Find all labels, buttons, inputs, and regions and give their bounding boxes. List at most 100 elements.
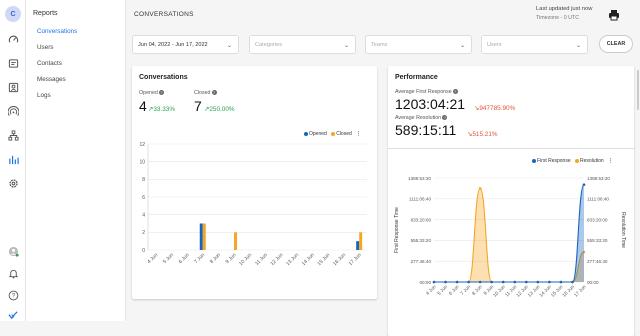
- closed-value: 7: [194, 98, 202, 114]
- chart-legend: Opened Closed ⋮: [304, 131, 361, 137]
- bar-closed: [359, 232, 363, 250]
- y-tick-label-left: 1111:06:40: [409, 197, 431, 202]
- sidebar-item-conversations[interactable]: Conversations: [37, 28, 77, 35]
- point-first-response: [467, 280, 470, 284]
- sidebar-item-messages[interactable]: Messages: [37, 76, 66, 83]
- first-response-value: 1203:04:21: [395, 96, 466, 112]
- point-first-response: [478, 280, 482, 284]
- more-options-icon[interactable]: ⋮: [608, 158, 613, 164]
- categories-placeholder: Categories: [255, 42, 283, 48]
- point-first-response: [582, 183, 586, 186]
- print-icon[interactable]: [608, 8, 620, 21]
- y-tick-label-right: 277:46:40: [587, 259, 608, 264]
- point-first-response: [548, 280, 551, 284]
- x-tick-label: 14 Jun: [301, 252, 316, 267]
- y-tick-label-left: 277:46:40: [411, 259, 432, 264]
- point-first-response: [525, 280, 528, 284]
- opened-label: Opened?: [139, 90, 164, 96]
- y-tick-label: 12: [139, 142, 145, 148]
- legend-closed: Closed: [336, 131, 352, 137]
- date-range-value: Jun 04, 2022 - Jun 17, 2022: [138, 42, 208, 48]
- bar-opened: [199, 223, 203, 250]
- y-tick-label-left: 1388:53:20: [408, 176, 431, 181]
- reports-icon[interactable]: [6, 152, 20, 166]
- chevron-down-icon: ⌄: [459, 43, 465, 49]
- logo-icon: [6, 308, 20, 322]
- scrollbar[interactable]: [637, 70, 639, 110]
- timezone: Timezone - 0 UTC: [536, 15, 580, 21]
- y-tick-label: 8: [142, 177, 145, 183]
- users-select[interactable]: Users ⌄: [481, 35, 588, 54]
- inbox-icon[interactable]: [6, 56, 20, 70]
- help-icon: ?: [211, 90, 217, 96]
- closed-label: Closed?: [194, 90, 217, 96]
- date-range-select[interactable]: Jun 04, 2022 - Jun 17, 2022 ⌄: [132, 35, 239, 54]
- x-tick-label: 6 Jun: [178, 252, 191, 265]
- legend-dot-resolution: [575, 158, 580, 163]
- sidebar-item-users[interactable]: Users: [37, 44, 53, 51]
- x-tick-label: 5 Jun: [162, 252, 175, 265]
- y-tick-label-right: 1388:53:20: [587, 176, 610, 181]
- bar-opened: [356, 241, 360, 250]
- point-first-response: [513, 280, 517, 284]
- point-first-response: [571, 280, 574, 284]
- legend-dot-first-response: [532, 158, 536, 163]
- x-tick-label: 5 Jun: [436, 284, 449, 297]
- legend-first-response: First Response: [537, 158, 571, 164]
- settings-icon[interactable]: [6, 176, 20, 190]
- dashboard-icon[interactable]: [6, 32, 20, 46]
- teams-select[interactable]: Teams ⌄: [365, 35, 472, 54]
- line-first-response: [434, 184, 585, 283]
- point-first-response: [559, 280, 563, 284]
- page-title: CONVERSATIONS: [134, 11, 194, 18]
- broadcast-icon[interactable]: [6, 104, 20, 118]
- y-tick-label-right: 555:33:20: [587, 238, 608, 243]
- legend-opened: Opened: [309, 131, 327, 137]
- y-tick-label: 4: [142, 212, 145, 218]
- bar-closed: [202, 223, 206, 250]
- conversations-title: Conversations: [139, 74, 188, 81]
- x-tick-label: 8 Jun: [471, 284, 484, 297]
- avatar[interactable]: C: [5, 6, 21, 22]
- point-first-response: [501, 280, 505, 284]
- x-tick-label: 4 Jun: [425, 284, 438, 297]
- help-icon: ?: [442, 115, 448, 121]
- point-first-response: [455, 280, 459, 284]
- sidebar-item-contacts[interactable]: Contacts: [37, 60, 62, 67]
- hierarchy-icon[interactable]: [6, 128, 20, 142]
- resolution-delta: ↘515.21%: [467, 131, 498, 138]
- x-tick-label: 17 Jun: [573, 284, 588, 299]
- x-tick-label: 16 Jun: [332, 252, 347, 267]
- sidebar-item-logs[interactable]: Logs: [37, 92, 51, 99]
- first-response-delta: ↘947785.90%: [474, 105, 516, 112]
- contacts-icon[interactable]: [6, 80, 20, 94]
- x-tick-label: 10 Jun: [238, 252, 253, 267]
- performance-card: Performance Average First Response? 1203…: [388, 66, 634, 336]
- help-icon: ?: [452, 89, 458, 95]
- bell-icon[interactable]: [6, 266, 20, 280]
- y-tick-label: 6: [142, 195, 145, 201]
- y-axis-label-left: First Response Time: [394, 207, 400, 253]
- point-first-response: [490, 280, 493, 284]
- conversations-card: Conversations Opened? 4 ↗33.33% Closed? …: [132, 66, 377, 299]
- more-options-icon[interactable]: ⋮: [356, 131, 361, 137]
- resolution-value: 589:15:11: [395, 122, 457, 138]
- help-icon[interactable]: ?: [6, 288, 20, 302]
- chevron-down-icon: ⌄: [226, 43, 232, 49]
- y-tick-label-right: 833:20:00: [587, 217, 608, 222]
- line-resolution: [434, 187, 585, 283]
- header: CONVERSATIONS Last updated just now Time…: [126, 0, 640, 28]
- legend-resolution: Resolution: [580, 158, 604, 164]
- main-content: CONVERSATIONS Last updated just now Time…: [126, 0, 640, 336]
- bar-closed: [234, 232, 238, 250]
- point-first-response: [444, 280, 447, 284]
- user-status-icon[interactable]: [6, 244, 20, 258]
- x-tick-label: 17 Jun: [348, 252, 363, 267]
- users-placeholder: Users: [487, 42, 502, 48]
- categories-select[interactable]: Categories ⌄: [249, 35, 356, 54]
- x-tick-label: 8 Jun: [209, 252, 222, 265]
- point-resolution: [478, 187, 482, 190]
- clear-button[interactable]: CLEAR: [599, 35, 633, 53]
- x-tick-label: 4 Jun: [146, 252, 159, 265]
- y-tick-label: 0: [142, 248, 145, 254]
